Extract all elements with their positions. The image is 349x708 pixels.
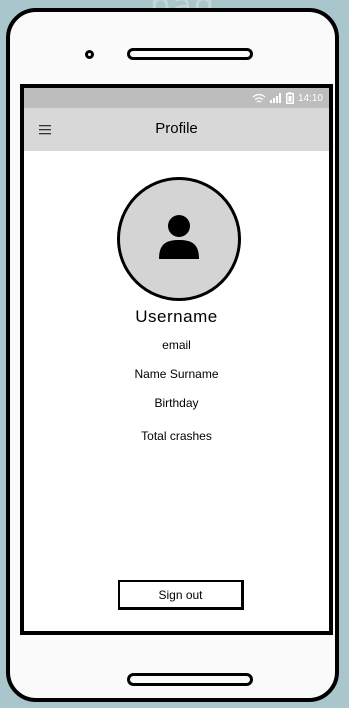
phone-screen: 14:10 Profile Username email Name Surnam…	[20, 84, 333, 635]
signal-icon	[269, 93, 282, 103]
status-bar: 14:10	[24, 88, 329, 108]
total-crashes-label: Total crashes	[141, 429, 212, 443]
username-label: Username	[135, 307, 218, 326]
app-bar: Profile	[24, 108, 329, 151]
phone-camera	[85, 50, 94, 59]
page-title: Profile	[155, 120, 198, 137]
wifi-icon	[252, 93, 266, 104]
avatar[interactable]	[117, 177, 241, 301]
battery-icon	[285, 92, 294, 104]
name-surname-label: Name Surname	[134, 367, 219, 381]
sign-out-button-label: Sign out	[158, 587, 203, 602]
birthday-label: Birthday	[154, 396, 199, 410]
status-time: 14:10	[297, 92, 323, 104]
phone-speaker	[127, 48, 253, 60]
phone-home-button[interactable]	[127, 673, 253, 686]
email-label: email	[162, 338, 191, 352]
sign-out-button[interactable]: Sign out	[118, 580, 244, 610]
user-icon	[159, 215, 199, 259]
